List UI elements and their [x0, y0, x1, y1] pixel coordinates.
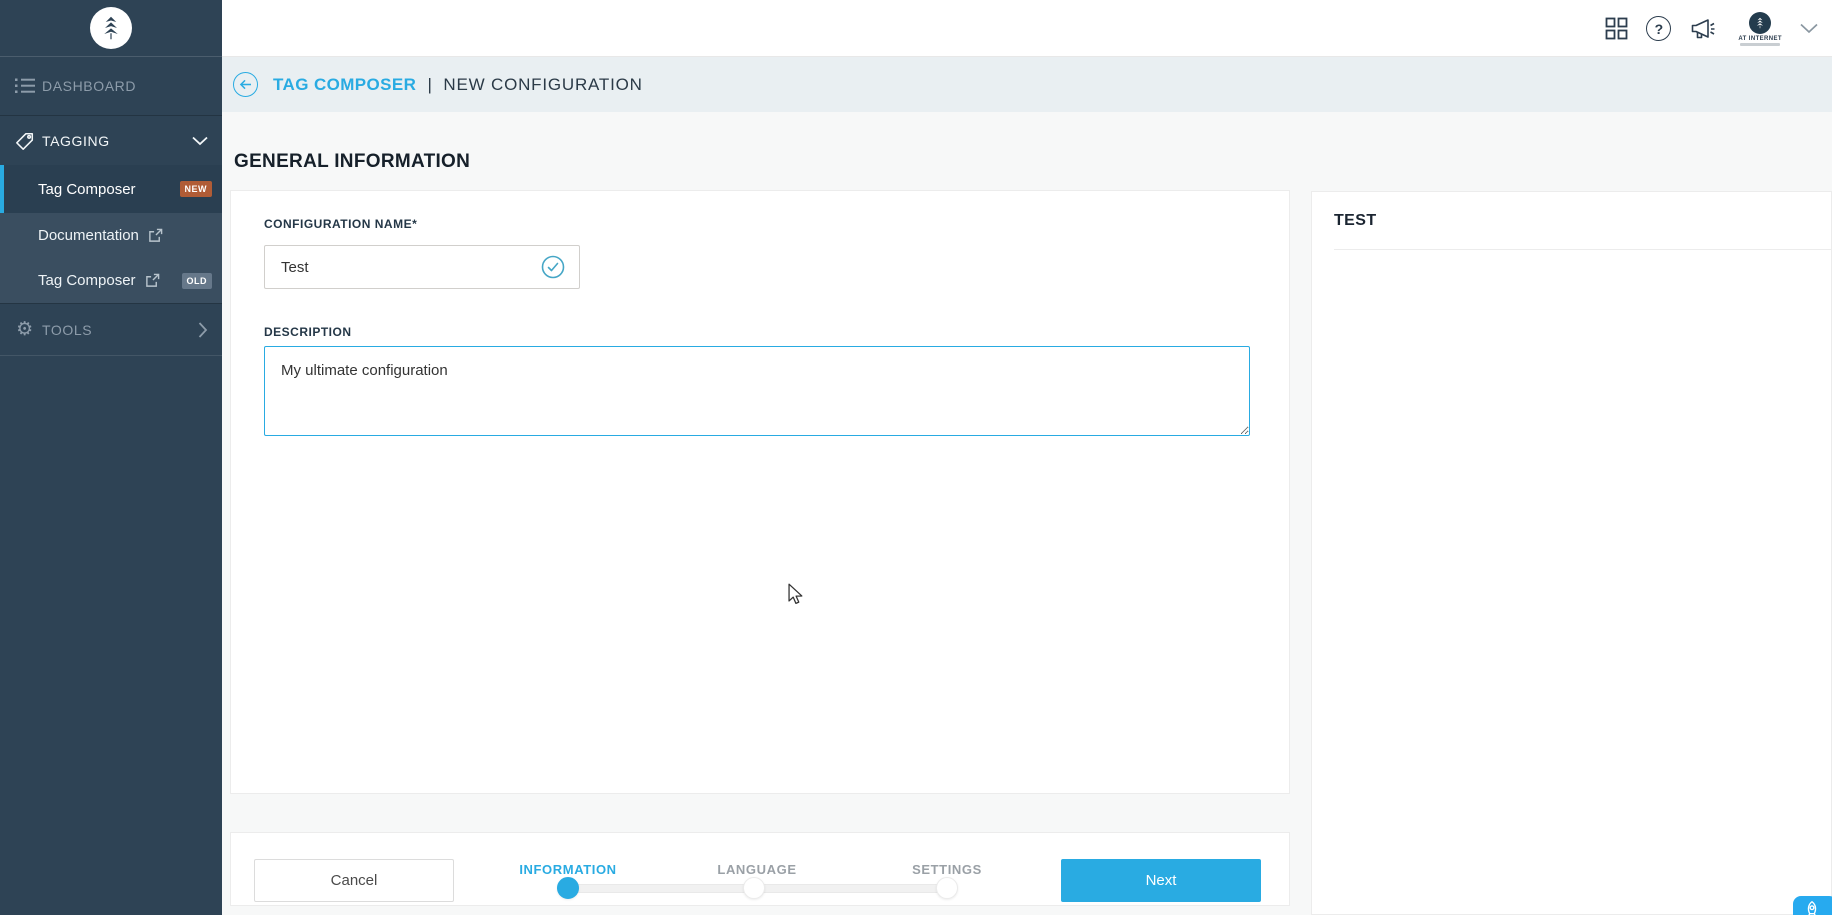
- avatar: [1749, 12, 1771, 34]
- sidebar-item-label: TAGGING: [42, 133, 110, 149]
- step-label-information[interactable]: INFORMATION: [519, 862, 616, 877]
- megaphone-icon[interactable]: [1689, 17, 1716, 41]
- breadcrumb: TAG COMPOSER | NEW CONFIGURATION: [273, 75, 643, 95]
- check-circle-icon: [540, 254, 566, 280]
- rocket-icon: [1801, 899, 1823, 915]
- breadcrumb-separator: |: [427, 75, 432, 94]
- arrow-left-icon: [239, 79, 252, 90]
- chevron-down-icon: [192, 136, 208, 146]
- feedback-button[interactable]: [1793, 896, 1832, 915]
- sidebar-item-tools[interactable]: ⚙ TOOLS: [0, 303, 222, 356]
- general-information-card: CONFIGURATION NAME* DESCRIPTION My ultim…: [230, 190, 1290, 794]
- description-label: DESCRIPTION: [264, 325, 352, 339]
- configuration-name-label: CONFIGURATION NAME*: [264, 217, 417, 231]
- divider: [1334, 249, 1831, 250]
- step-dot-language[interactable]: [743, 877, 765, 899]
- back-button[interactable]: [233, 72, 258, 97]
- sidebar-item-label: Documentation: [38, 227, 139, 244]
- sidebar-item-label: Tag Composer: [38, 181, 136, 198]
- section-title: GENERAL INFORMATION: [234, 151, 470, 173]
- top-bar: ? AT INTERNET: [222, 0, 1832, 57]
- description-textarea[interactable]: My ultimate configuration: [264, 346, 1250, 436]
- gear-icon: ⚙: [10, 320, 40, 339]
- external-link-icon: [148, 228, 163, 243]
- sidebar: DASHBOARD TAGGING Tag Composer NEW Docum…: [0, 0, 222, 915]
- preview-panel: TEST: [1311, 191, 1832, 915]
- cancel-button[interactable]: Cancel: [254, 859, 454, 902]
- account-tagline: [1740, 43, 1780, 46]
- sidebar-item-dashboard[interactable]: DASHBOARD: [0, 57, 222, 116]
- step-label-language[interactable]: LANGUAGE: [717, 862, 796, 877]
- page-header: TAG COMPOSER | NEW CONFIGURATION: [222, 57, 1832, 112]
- help-icon[interactable]: ?: [1646, 16, 1671, 41]
- app-window: DASHBOARD TAGGING Tag Composer NEW Docum…: [0, 0, 1832, 915]
- configuration-name-input[interactable]: [264, 245, 580, 289]
- wizard-footer: Cancel INFORMATION LANGUAGE SETTINGS Nex…: [230, 832, 1290, 906]
- tag-icon: [10, 131, 40, 151]
- step-label-settings[interactable]: SETTINGS: [912, 862, 982, 877]
- sidebar-item-tag-composer-old[interactable]: Tag Composer OLD: [0, 258, 222, 303]
- at-internet-logo-icon: [90, 7, 132, 49]
- sidebar-item-tag-composer[interactable]: Tag Composer NEW: [0, 165, 222, 213]
- next-button[interactable]: Next: [1061, 859, 1261, 902]
- external-link-icon: [145, 273, 160, 288]
- apps-grid-icon[interactable]: [1605, 17, 1628, 40]
- leaf-icon: [96, 13, 126, 43]
- sidebar-item-documentation[interactable]: Documentation: [0, 213, 222, 258]
- step-dot-settings[interactable]: [936, 877, 958, 899]
- new-badge: NEW: [180, 181, 213, 197]
- question-mark-glyph: ?: [1646, 16, 1671, 41]
- old-badge: OLD: [182, 273, 213, 289]
- sidebar-logo[interactable]: [0, 0, 222, 57]
- sidebar-item-label: Tag Composer: [38, 272, 136, 289]
- configuration-name-field-wrap: [264, 245, 580, 289]
- sidebar-item-label: DASHBOARD: [42, 78, 136, 94]
- sidebar-item-tagging[interactable]: TAGGING: [0, 116, 222, 165]
- step-dot-information[interactable]: [557, 877, 579, 899]
- account-name: AT INTERNET: [1738, 36, 1782, 42]
- top-bar-icons: ? AT INTERNET: [1605, 0, 1818, 57]
- breadcrumb-app-title[interactable]: TAG COMPOSER: [273, 75, 416, 94]
- list-icon: [10, 77, 40, 95]
- chevron-down-icon[interactable]: [1800, 23, 1818, 34]
- chevron-right-icon: [198, 322, 208, 338]
- page-title: NEW CONFIGURATION: [443, 75, 642, 94]
- account-menu[interactable]: AT INTERNET: [1738, 12, 1782, 46]
- sidebar-item-label: TOOLS: [42, 322, 92, 338]
- preview-panel-title: TEST: [1334, 212, 1377, 230]
